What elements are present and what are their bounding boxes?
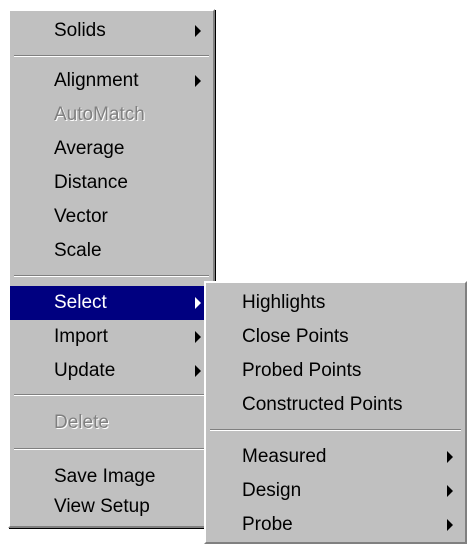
menu-item-select[interactable]: Select <box>10 286 213 320</box>
select-submenu: Highlights Close Points Probed Points Co… <box>204 281 467 544</box>
menu-item-scale-label: Scale <box>54 240 102 261</box>
menu-item-view-setup[interactable]: View Setup <box>10 490 213 524</box>
submenu-item-probed-points-label: Probed Points <box>242 360 362 381</box>
submenu-item-constructed-points[interactable]: Constructed Points <box>206 388 465 422</box>
menu-item-distance[interactable]: Distance <box>10 166 213 200</box>
menu-separator <box>210 429 461 431</box>
menu-item-update[interactable]: Update <box>10 354 213 388</box>
menu-item-scale[interactable]: Scale <box>10 234 213 268</box>
menu-item-solids[interactable]: Solids <box>10 14 213 48</box>
submenu-arrow-icon <box>195 25 201 37</box>
menu-item-automatch: AutoMatch <box>10 98 213 132</box>
submenu-item-design-label: Design <box>242 480 302 501</box>
submenu-arrow-icon <box>195 365 201 377</box>
submenu-arrow-icon <box>195 75 201 87</box>
menu-separator <box>14 275 209 277</box>
menu-item-delete-label: Delete <box>54 412 109 433</box>
submenu-arrow-icon <box>195 331 201 343</box>
submenu-item-probe[interactable]: Probe <box>206 508 465 542</box>
submenu-item-measured[interactable]: Measured <box>206 440 465 474</box>
menu-item-delete: Delete <box>10 406 213 440</box>
submenu-item-highlights-label: Highlights <box>242 292 326 313</box>
menu-separator <box>14 55 209 57</box>
menu-item-import[interactable]: Import <box>10 320 213 354</box>
menu-item-automatch-label: AutoMatch <box>54 104 145 125</box>
menu-item-save-image[interactable]: Save Image <box>10 460 213 494</box>
menu-item-save-image-label: Save Image <box>54 466 156 487</box>
menu-item-select-label: Select <box>54 292 107 313</box>
menu-item-average[interactable]: Average <box>10 132 213 166</box>
submenu-item-close-points[interactable]: Close Points <box>206 320 465 354</box>
submenu-item-measured-label: Measured <box>242 446 327 467</box>
context-menu: Solids Alignment AutoMatch Average Dista… <box>8 9 215 528</box>
menu-separator <box>14 394 209 396</box>
menu-item-average-label: Average <box>54 138 125 159</box>
menu-item-vector-label: Vector <box>54 206 108 227</box>
menu-item-alignment[interactable]: Alignment <box>10 64 213 98</box>
submenu-item-close-points-label: Close Points <box>242 326 349 347</box>
menu-separator <box>14 448 209 450</box>
submenu-arrow-icon <box>447 451 453 463</box>
submenu-arrow-icon <box>447 485 453 497</box>
submenu-item-probed-points[interactable]: Probed Points <box>206 354 465 388</box>
submenu-item-probe-label: Probe <box>242 514 293 535</box>
menu-item-distance-label: Distance <box>54 172 128 193</box>
menu-item-solids-label: Solids <box>54 20 106 41</box>
menu-item-alignment-label: Alignment <box>54 70 139 91</box>
submenu-arrow-icon <box>195 297 201 309</box>
submenu-item-design[interactable]: Design <box>206 474 465 508</box>
menu-item-vector[interactable]: Vector <box>10 200 213 234</box>
menu-item-update-label: Update <box>54 360 116 381</box>
menu-item-view-setup-label: View Setup <box>54 496 150 517</box>
submenu-arrow-icon <box>447 519 453 531</box>
submenu-item-constructed-points-label: Constructed Points <box>242 394 403 415</box>
submenu-item-highlights[interactable]: Highlights <box>206 286 465 320</box>
menu-item-import-label: Import <box>54 326 108 347</box>
